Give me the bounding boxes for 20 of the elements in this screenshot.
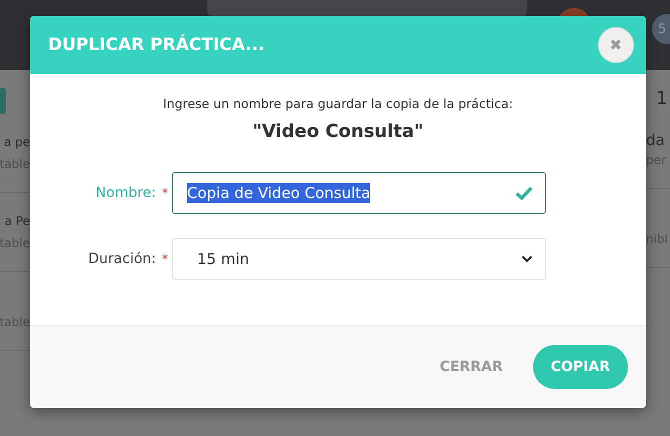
list-item-title: a Pe xyxy=(4,214,30,230)
list-item-title: da xyxy=(646,131,666,149)
field-label: Duración: xyxy=(88,251,156,267)
list-item-title: a pe xyxy=(4,135,30,151)
practice-name: "Video Consulta" xyxy=(252,121,424,142)
close-text-button[interactable]: CERRAR xyxy=(434,358,509,376)
close-button[interactable]: ✖ xyxy=(598,27,634,63)
check-icon xyxy=(515,186,533,200)
copy-button[interactable]: COPIAR xyxy=(532,345,628,389)
tag xyxy=(0,88,6,114)
count-label: 1 xyxy=(656,88,668,110)
required-mark: * xyxy=(162,186,169,200)
avatar[interactable]: 5 xyxy=(652,14,670,44)
required-mark: * xyxy=(162,252,169,266)
prompt-text: Ingrese un nombre para guardar la copia de la práctica: xyxy=(163,96,513,111)
duration-select[interactable]: 15 min xyxy=(172,238,546,280)
dialog-title: DUPLICAR PRÁCTICA... xyxy=(48,35,265,55)
name-input-field[interactable]: Copia de Video Consulta xyxy=(172,172,546,214)
chevron-down-icon xyxy=(521,255,533,263)
field-label: Nombre: xyxy=(96,185,156,201)
